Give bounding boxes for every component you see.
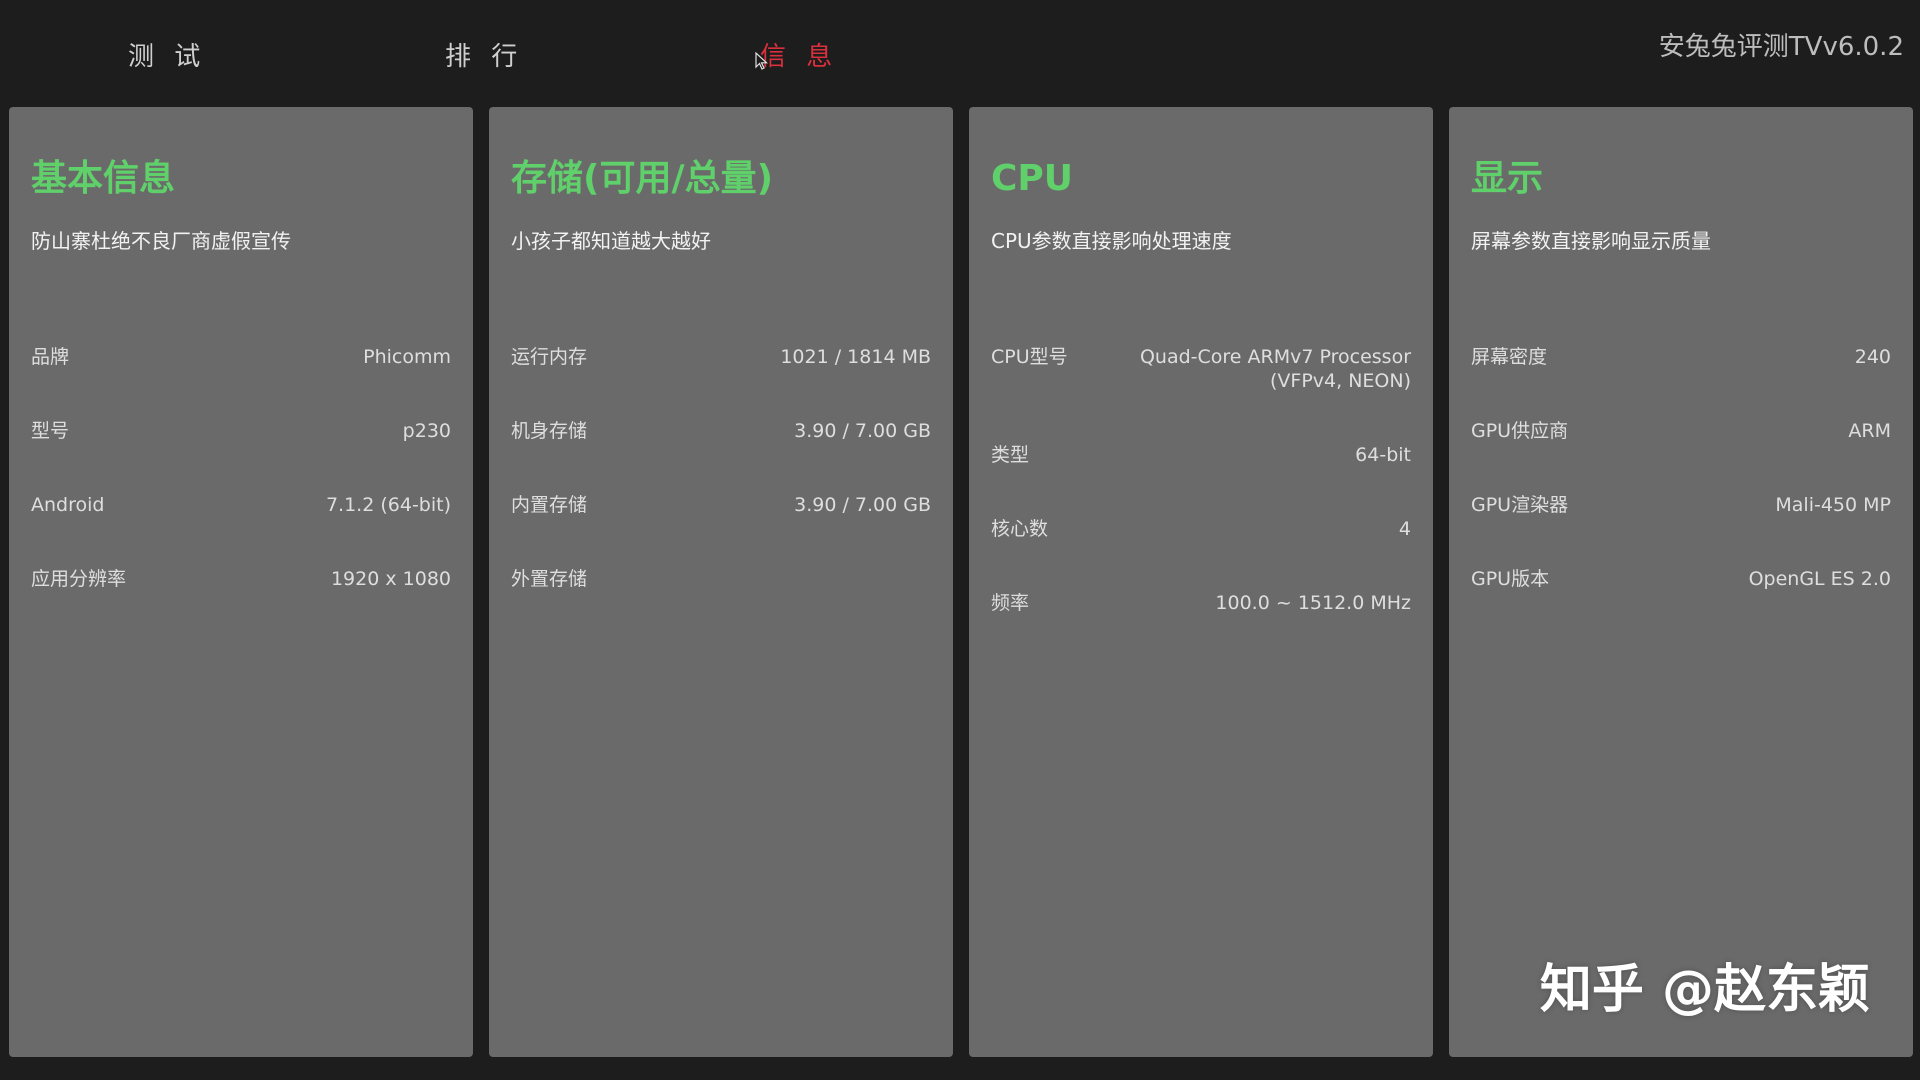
row-value: 4 <box>1398 518 1411 540</box>
info-row-internal-storage: 内置存储 3.90 / 7.00 GB <box>511 493 931 567</box>
info-list: 屏幕密度 240 GPU供应商 ARM GPU渲染器 Mali-450 MP G… <box>1471 345 1891 641</box>
row-value: 3.90 / 7.00 GB <box>794 420 931 442</box>
info-row-ram: 运行内存 1021 / 1814 MB <box>511 345 931 419</box>
card-title: 存储(可用/总量) <box>511 158 774 199</box>
app-title: 安兔兔评测TVv6.0.2 <box>1658 32 1904 62</box>
tab-test[interactable]: 测 试 <box>128 40 206 74</box>
info-row-frequency: 频率 100.0 ~ 1512.0 MHz <box>991 591 1411 665</box>
row-label: 外置存储 <box>511 568 588 590</box>
row-label: Android <box>31 494 105 516</box>
row-value: Phicomm <box>363 346 451 368</box>
info-list: 运行内存 1021 / 1814 MB 机身存储 3.90 / 7.00 GB … <box>511 345 931 641</box>
row-value: 1920 x 1080 <box>330 568 451 590</box>
row-value: Quad-Core ARMv7 Processor (VFPv4, NEON) <box>1139 346 1411 392</box>
info-row-external-storage: 外置存储 <box>511 567 931 641</box>
info-row-cpu-model: CPU型号 Quad-Core ARMv7 Processor (VFPv4, … <box>991 345 1411 443</box>
row-value: OpenGL ES 2.0 <box>1748 568 1891 590</box>
row-label: 型号 <box>31 420 70 442</box>
info-row-brand: 品牌 Phicomm <box>31 345 451 419</box>
row-label: 类型 <box>991 444 1030 466</box>
info-row-device-storage: 机身存储 3.90 / 7.00 GB <box>511 419 931 493</box>
row-label: 运行内存 <box>511 346 588 368</box>
row-value: 3.90 / 7.00 GB <box>794 494 931 516</box>
info-row-gpu-renderer: GPU渲染器 Mali-450 MP <box>1471 493 1891 567</box>
app-screen: 测 试 排 行 信 息 安兔兔评测TVv6.0.2 基本信息 防山寨杜绝不良厂商… <box>0 0 1920 1080</box>
row-label: 应用分辨率 <box>31 568 127 590</box>
info-row-gpu-vendor: GPU供应商 ARM <box>1471 419 1891 493</box>
card-subtitle: CPU参数直接影响处理速度 <box>991 229 1232 253</box>
row-label: 频率 <box>991 592 1030 614</box>
row-label: 品牌 <box>31 346 70 368</box>
info-row-cpu-type: 类型 64-bit <box>991 443 1411 517</box>
tab-info[interactable]: 信 息 <box>760 40 838 74</box>
row-value: p230 <box>402 420 451 442</box>
row-label: 核心数 <box>991 518 1049 540</box>
row-label: GPU渲染器 <box>1471 494 1569 516</box>
card-display: 显示 屏幕参数直接影响显示质量 屏幕密度 240 GPU供应商 ARM GPU渲… <box>1449 107 1913 1057</box>
card-basic-info: 基本信息 防山寨杜绝不良厂商虚假宣传 品牌 Phicomm 型号 p230 An… <box>9 107 473 1057</box>
card-title: 显示 <box>1471 158 1544 199</box>
row-value: 1021 / 1814 MB <box>780 346 931 368</box>
row-label: CPU型号 <box>991 346 1068 368</box>
info-row-resolution: 应用分辨率 1920 x 1080 <box>31 567 451 641</box>
card-cpu: CPU CPU参数直接影响处理速度 CPU型号 Quad-Core ARMv7 … <box>969 107 1433 1057</box>
row-value: ARM <box>1848 420 1891 442</box>
top-bar: 测 试 排 行 信 息 安兔兔评测TVv6.0.2 <box>0 0 1920 100</box>
info-row-android: Android 7.1.2 (64-bit) <box>31 493 451 567</box>
info-list: 品牌 Phicomm 型号 p230 Android 7.1.2 (64-bit… <box>31 345 451 641</box>
info-row-gpu-version: GPU版本 OpenGL ES 2.0 <box>1471 567 1891 641</box>
row-label: 屏幕密度 <box>1471 346 1548 368</box>
card-storage: 存储(可用/总量) 小孩子都知道越大越好 运行内存 1021 / 1814 MB… <box>489 107 953 1057</box>
info-list: CPU型号 Quad-Core ARMv7 Processor (VFPv4, … <box>991 345 1411 665</box>
row-value: Mali-450 MP <box>1775 494 1891 516</box>
watermark: 知乎 @赵东颖 <box>1539 960 1870 1020</box>
mouse-pointer-icon <box>755 52 769 70</box>
row-label: GPU版本 <box>1471 568 1550 590</box>
row-label: 机身存储 <box>511 420 588 442</box>
info-row-cores: 核心数 4 <box>991 517 1411 591</box>
card-title: 基本信息 <box>31 158 176 199</box>
row-label: GPU供应商 <box>1471 420 1569 442</box>
info-row-model: 型号 p230 <box>31 419 451 493</box>
row-value: 100.0 ~ 1512.0 MHz <box>1215 592 1411 614</box>
tab-ranking[interactable]: 排 行 <box>445 40 523 74</box>
row-label: 内置存储 <box>511 494 588 516</box>
card-title: CPU <box>991 158 1074 199</box>
card-subtitle: 小孩子都知道越大越好 <box>511 229 711 253</box>
info-row-screen-density: 屏幕密度 240 <box>1471 345 1891 419</box>
card-subtitle: 防山寨杜绝不良厂商虚假宣传 <box>31 229 291 253</box>
row-value: 240 <box>1854 346 1891 368</box>
row-value: 64-bit <box>1355 444 1411 466</box>
row-value: 7.1.2 (64-bit) <box>325 494 451 516</box>
card-subtitle: 屏幕参数直接影响显示质量 <box>1471 229 1711 253</box>
